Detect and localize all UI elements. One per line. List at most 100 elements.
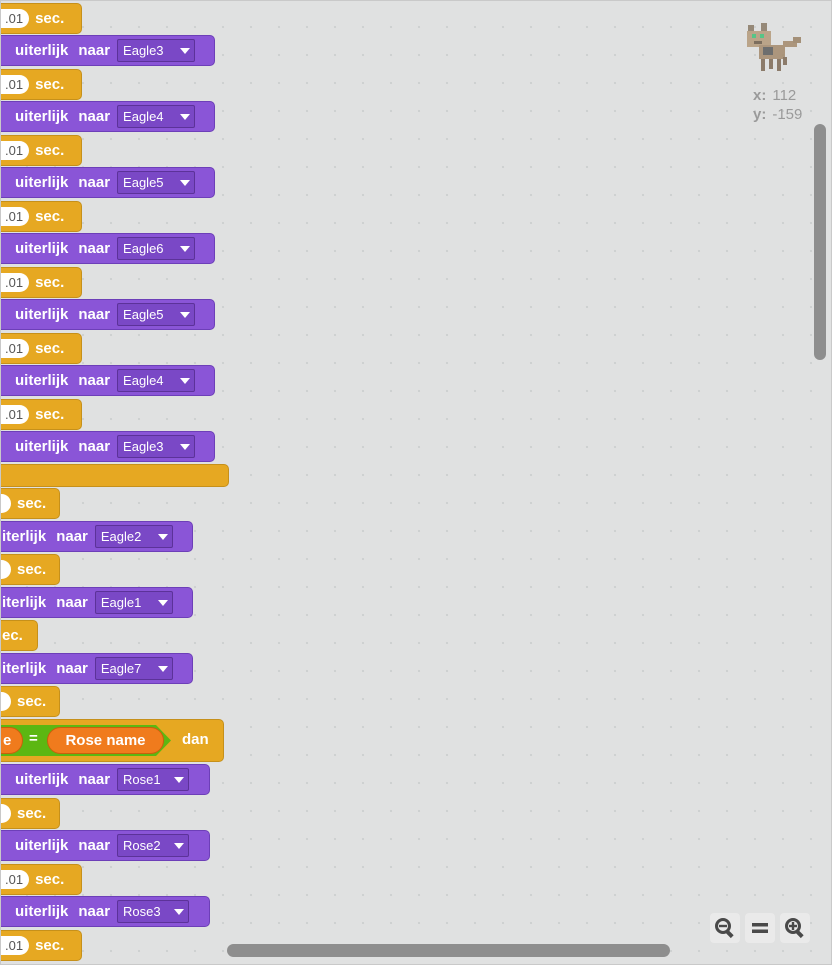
looks-word-1: uiterlijk: [15, 174, 69, 191]
horizontal-scrollbar[interactable]: [227, 944, 670, 957]
wait-input[interactable]: [1, 692, 11, 711]
wait-block[interactable]: ec.: [1, 620, 38, 651]
costume-dropdown[interactable]: Rose3: [117, 900, 190, 923]
looks-word-2: naar: [78, 240, 111, 257]
costume-dropdown[interactable]: Eagle7: [94, 657, 173, 680]
chevron-down-icon: [180, 443, 191, 450]
looks-word-2: naar: [78, 306, 111, 323]
zoom-in-button[interactable]: [780, 913, 810, 943]
switch-costume-block[interactable]: iterlijk naar Eagle1: [1, 587, 193, 618]
equals-operator[interactable]: e = Rose name: [1, 725, 171, 756]
zoom-out-button[interactable]: [710, 913, 740, 943]
wait-block[interactable]: sec.: [1, 686, 60, 717]
y-label: y:: [753, 106, 767, 123]
looks-word-1: uiterlijk: [15, 372, 69, 389]
if-then-label: dan: [182, 731, 209, 748]
equals-sign: =: [29, 730, 38, 747]
looks-word-2: naar: [78, 771, 111, 788]
looks-word-1: iterlijk: [2, 528, 47, 545]
rose-name-reporter[interactable]: Rose name: [47, 727, 164, 754]
looks-word-1: iterlijk: [2, 660, 47, 677]
switch-costume-block[interactable]: uiterlijk naar Eagle3: [1, 35, 215, 66]
if-block[interactable]: e = Rose name dan: [1, 719, 224, 762]
chevron-down-icon: [174, 908, 185, 915]
wait-block[interactable]: .01 sec.: [1, 201, 82, 232]
looks-word-1: uiterlijk: [15, 771, 69, 788]
wait-input[interactable]: [1, 494, 11, 513]
switch-costume-block[interactable]: iterlijk naar Eagle2: [1, 521, 193, 552]
costume-dropdown[interactable]: Eagle3: [117, 39, 196, 62]
wait-block[interactable]: .01 sec.: [1, 333, 82, 364]
wait-input[interactable]: .01: [1, 9, 30, 28]
variable-reporter[interactable]: e: [1, 727, 23, 754]
looks-word-2: naar: [78, 372, 111, 389]
wait-input[interactable]: .01: [1, 339, 30, 358]
costume-dropdown[interactable]: Eagle2: [94, 525, 173, 548]
wait-input[interactable]: .01: [1, 75, 30, 94]
looks-word-2: naar: [56, 594, 88, 611]
wait-input[interactable]: .01: [1, 405, 30, 424]
control-block-end[interactable]: [1, 464, 229, 487]
wait-label: sec.: [35, 10, 65, 27]
switch-costume-block[interactable]: uiterlijk naar Rose2: [1, 830, 210, 861]
costume-value: Rose1: [123, 772, 161, 787]
wait-input[interactable]: .01: [1, 207, 30, 226]
chevron-down-icon: [180, 113, 191, 120]
chevron-down-icon: [180, 377, 191, 384]
wait-block[interactable]: sec.: [1, 488, 60, 519]
wait-block[interactable]: .01 sec.: [1, 3, 82, 34]
switch-costume-block[interactable]: uiterlijk naar Eagle5: [1, 167, 215, 198]
switch-costume-block[interactable]: uiterlijk naar Rose1: [1, 764, 210, 795]
wait-block[interactable]: .01 sec.: [1, 930, 82, 961]
wait-block[interactable]: .01 sec.: [1, 135, 82, 166]
costume-dropdown[interactable]: Rose2: [117, 834, 190, 857]
costume-dropdown[interactable]: Eagle6: [117, 237, 196, 260]
wait-block[interactable]: .01 sec.: [1, 69, 82, 100]
wait-input[interactable]: .01: [1, 273, 30, 292]
costume-value: Eagle4: [123, 373, 164, 388]
wait-input[interactable]: [1, 560, 11, 579]
costume-value: Eagle5: [123, 307, 164, 322]
wait-block[interactable]: .01 sec.: [1, 267, 82, 298]
switch-costume-block[interactable]: uiterlijk naar Eagle4: [1, 101, 215, 132]
wait-block[interactable]: .01 sec.: [1, 399, 82, 430]
costume-dropdown[interactable]: Eagle5: [117, 303, 196, 326]
costume-dropdown[interactable]: Eagle1: [94, 591, 173, 614]
chevron-down-icon: [174, 842, 185, 849]
switch-costume-block[interactable]: uiterlijk naar Eagle6: [1, 233, 215, 264]
wait-label: sec.: [35, 871, 65, 888]
looks-word-2: naar: [78, 42, 111, 59]
zoom-out-icon: [715, 918, 734, 939]
switch-costume-block[interactable]: uiterlijk naar Eagle3: [1, 431, 215, 462]
vertical-scrollbar[interactable]: [814, 124, 826, 360]
switch-costume-block[interactable]: uiterlijk naar Rose3: [1, 896, 210, 927]
costume-dropdown[interactable]: Eagle4: [117, 369, 196, 392]
wait-block[interactable]: sec.: [1, 798, 60, 829]
wait-label: sec.: [35, 274, 65, 291]
wait-input[interactable]: .01: [1, 870, 30, 889]
wait-label: sec.: [17, 561, 47, 578]
costume-dropdown[interactable]: Rose1: [117, 768, 190, 791]
switch-costume-block[interactable]: uiterlijk naar Eagle5: [1, 299, 215, 330]
switch-costume-block[interactable]: iterlijk naar Eagle7: [1, 653, 193, 684]
costume-dropdown[interactable]: Eagle4: [117, 105, 196, 128]
costume-value: Eagle3: [123, 439, 164, 454]
variable-label: e: [3, 732, 12, 749]
switch-costume-block[interactable]: uiterlijk naar Eagle4: [1, 365, 215, 396]
zoom-reset-button[interactable]: [745, 913, 775, 943]
wait-input[interactable]: [1, 804, 11, 823]
chevron-down-icon: [180, 179, 191, 186]
wait-label: sec.: [35, 406, 65, 423]
costume-dropdown[interactable]: Eagle3: [117, 435, 196, 458]
costume-value: Eagle6: [123, 241, 164, 256]
costume-dropdown[interactable]: Eagle5: [117, 171, 196, 194]
wait-block[interactable]: sec.: [1, 554, 60, 585]
looks-word-1: uiterlijk: [15, 108, 69, 125]
script-workspace[interactable]: .01 sec. uiterlijk naar Eagle3 .01 sec. …: [0, 0, 832, 965]
costume-value: Eagle7: [100, 661, 142, 676]
wait-block[interactable]: .01 sec.: [1, 864, 82, 895]
costume-value: Eagle4: [123, 109, 164, 124]
costume-value: Eagle1: [100, 595, 142, 610]
wait-input[interactable]: .01: [1, 141, 30, 160]
wait-input[interactable]: .01: [1, 936, 30, 955]
